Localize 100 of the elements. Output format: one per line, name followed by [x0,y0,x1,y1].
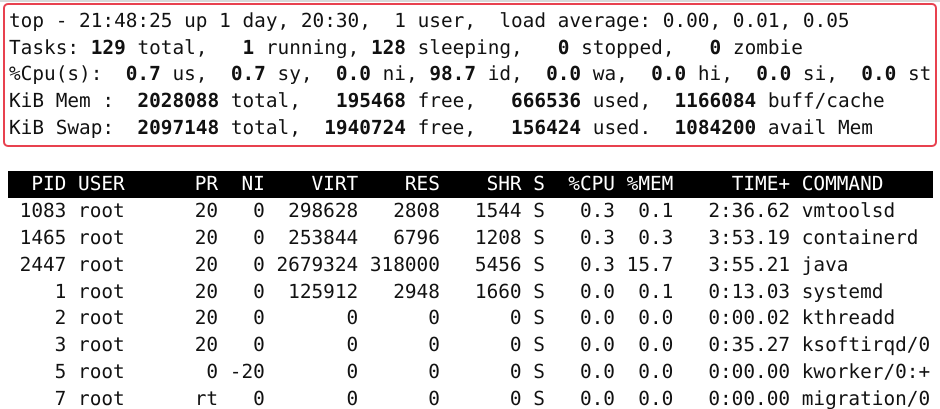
table-cell-text: 20 [194,198,218,224]
table-cell-text: kthreadd [802,305,896,332]
table-cell-text: 0.0 [637,386,674,409]
table-cell-text: ksoftirqd/0 [802,332,932,358]
table-cell-text: 0 [252,305,265,332]
table-cell-text: 0 [508,386,522,409]
table-cell-text: rt [194,386,218,409]
summary-line: Tasks: 129 total, 1 running, 128 sleeping, 0 stopped, 0 zombie [9,34,804,61]
table-cell-text: 0.3 [578,198,615,224]
table-cell-text: 0:00.00 [707,386,790,409]
table-cell-text: migration/0 [802,386,932,409]
table-cell-text: java [802,252,850,278]
column-header: %CPU [567,171,615,198]
table-cell-text: 0 [346,332,358,358]
column-header: USER [78,171,126,198]
table-cell-text: root [78,359,126,386]
table-cell-text: 15.7 [626,252,674,278]
table-cell-text: 0.1 [637,278,674,305]
table-cell-text: 0 [427,386,440,409]
table-cell-text: 0 [346,386,358,409]
table-cell-text: root [78,252,126,278]
table-cell-text: 0:00.00 [707,359,790,386]
table-cell-text: 0 [252,252,265,278]
table-cell-text: 0.0 [578,359,615,386]
table-cell: S [533,386,545,409]
table-cell-text: 0.3 [637,225,674,252]
table-cell-text: 0.0 [578,305,615,332]
table-cell-text: 0 [252,386,265,409]
table-cell-text: S [533,198,545,224]
table-cell-text: 3:53.19 [707,225,790,252]
table-cell-text: root [78,278,126,305]
table-cell-text: 0.1 [637,198,674,224]
column-header: SHR [486,171,522,198]
table-cell-text: 0:00.02 [707,305,790,332]
table-cell-text: 0.0 [637,305,674,332]
table-cell-text: 0 [508,332,522,358]
table-cell-text: root [78,386,126,409]
table-cell-text: 0.0 [578,278,615,305]
column-header: VIRT [310,171,358,198]
table-cell-text: root [78,225,126,252]
table-cell-text: 2 [54,305,66,332]
table-cell-text: 20 [194,278,218,305]
table-cell-text: 2808 [392,198,440,224]
table-cell-text: 20 [194,252,218,278]
table-cell-text: root [78,332,126,358]
table-cell-text: 2:36.62 [707,198,790,224]
table-cell-text: 253844 [287,225,358,252]
table-cell-text: 0.3 [578,225,615,252]
summary-line: %Cpu(s): 0.7 us, 0.7 sy, 0.0 ni, 98.7 id, 0.0 wa, 0.0 hi, 0.0 si, 0.0 st [9,61,931,88]
table-cell-text: 0:13.03 [707,278,790,305]
table-cell-text: S [533,252,545,278]
table-cell-text: 0 [346,359,358,386]
table-cell-text: -20 [230,359,265,386]
table-cell-text: 0.0 [578,332,615,358]
table-cell-text: 5456 [474,252,522,278]
table-cell-text: 0 [427,305,440,332]
table-cell-text: 2948 [392,278,440,305]
table-cell-text: 0.0 [637,359,674,386]
table-cell-text: 0 [252,278,265,305]
summary-line: KiB Mem : 2028088 total, 195468 free, 666536 used, 1166084 buff/cache [9,88,886,114]
table-cell-text: 20 [194,305,218,332]
table-cell-text: 1083 [18,198,66,224]
table-cell-text: 2679324 [276,252,358,278]
table-cell-text: 20 [194,225,218,252]
table-cell-text: 0 [346,305,358,332]
table-cell-text: 1 [54,278,66,305]
table-cell-text: 3 [54,332,66,358]
table-cell-text: S [533,225,545,252]
summary-line: KiB Swap: 2097148 total, 1940724 free, 156424 used. 1084200 avail Mem [9,114,874,141]
column-header: RES [404,171,440,198]
table-cell-text: 0.0 [578,386,615,409]
table-cell-text: 2447 [18,252,66,278]
table-cell-text: containerd [802,225,920,252]
column-header: S [533,171,545,198]
table-cell-text: 1208 [474,225,522,252]
table-cell-text: S [533,332,545,358]
table-cell-text: root [78,305,126,332]
table-cell-text: 0 [205,359,218,386]
table-cell-text: S [533,305,545,332]
table-cell-text: 1465 [18,225,66,252]
table-cell-text: root [78,198,126,224]
table-cell-text: 0 [252,198,265,224]
table-cell-text: 318000 [370,252,440,278]
table-cell-text: 5 [54,359,66,386]
column-header: TIME+ [730,171,790,198]
summary-line: top - 21:48:25 up 1 day, 20:30, 1 user, load average: 0.00, 0.01, 0.05 [9,8,851,34]
table-cell-text: kworker/0:+ [802,359,932,386]
table-cell-text: 0 [508,359,522,386]
table-cell-text: 1660 [474,278,522,305]
table-cell-text: 0.0 [637,332,674,358]
table-cell-text: S [533,278,545,305]
column-header: COMMAND [802,171,884,198]
table-cell-text: 3:55.21 [707,252,790,278]
table-cell-text: 6796 [392,225,440,252]
table-cell-text: 0 [252,225,265,252]
table-cell-text: 0 [427,332,440,358]
table-cell-text: 1544 [474,198,522,224]
table-cell-text: 0:35.27 [707,332,790,358]
table-cell-text: 0.3 [578,252,615,278]
table-cell-text: 0 [252,332,265,358]
